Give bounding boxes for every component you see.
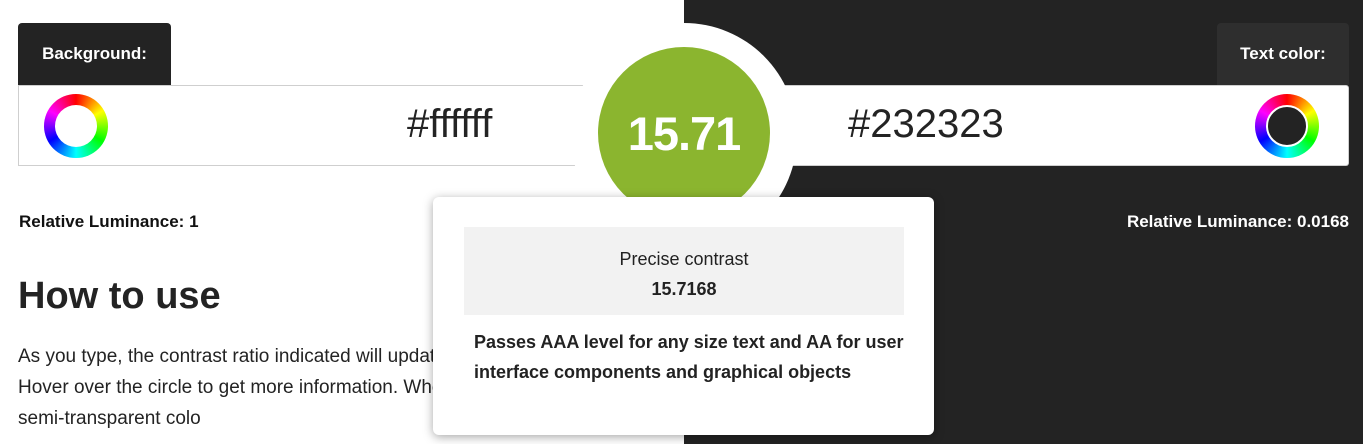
background-color-field[interactable]: #ffffff <box>18 85 608 166</box>
how-to-use-heading: How to use <box>18 275 221 317</box>
luminance-value: 1 <box>189 212 199 231</box>
background-swatch <box>55 105 97 147</box>
contrast-tooltip: Precise contrast 15.7168 Passes AAA leve… <box>433 197 934 435</box>
luminance-label: Relative Luminance: <box>1126 212 1293 231</box>
precise-contrast-label: Precise contrast <box>619 249 749 269</box>
color-wheel-icon[interactable] <box>44 94 108 158</box>
contrast-pass-message: Passes AAA level for any size text and A… <box>474 332 904 382</box>
background-luminance: Relative Luminance: 1 <box>19 212 199 232</box>
precise-contrast-box: Precise contrast 15.7168 <box>464 227 904 315</box>
contrast-ratio-circle[interactable]: 15.71 <box>598 47 770 219</box>
color-wheel-icon[interactable] <box>1255 94 1319 158</box>
text-color-field[interactable]: #232323 <box>760 85 1349 166</box>
precise-contrast-value: 15.7168 <box>651 279 717 299</box>
text-color-tab: Text color: <box>1217 23 1349 85</box>
how-to-use-text: As you type, the contrast ratio indicate… <box>18 346 454 429</box>
background-hex-input[interactable]: #ffffff <box>407 102 492 147</box>
background-tab: Background: <box>18 23 171 85</box>
luminance-value: 0.0168 <box>1297 212 1349 231</box>
text-color-hex-input[interactable]: #232323 <box>848 102 1004 147</box>
luminance-label: Relative Luminance: <box>19 212 185 231</box>
text-color-swatch <box>1266 105 1308 147</box>
text-color-luminance: Relative Luminance: 0.0168 <box>1127 212 1349 232</box>
